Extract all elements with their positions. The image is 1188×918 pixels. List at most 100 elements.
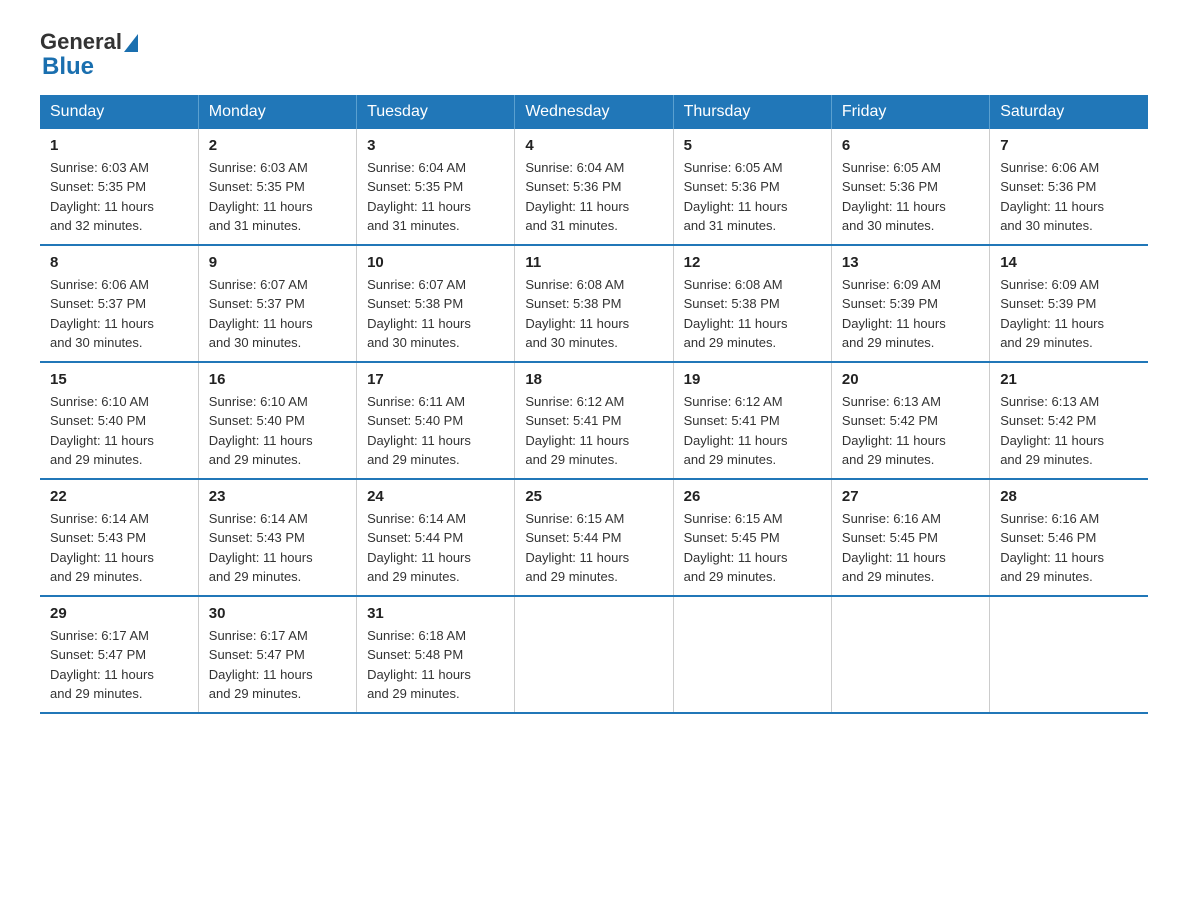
day-info: Sunrise: 6:17 AMSunset: 5:47 PMDaylight:… (50, 626, 188, 704)
calendar-cell: 25 Sunrise: 6:15 AMSunset: 5:44 PMDayligh… (515, 479, 673, 596)
day-number: 26 (684, 488, 821, 505)
day-info: Sunrise: 6:08 AMSunset: 5:38 PMDaylight:… (525, 275, 662, 353)
day-number: 27 (842, 488, 979, 505)
day-info: Sunrise: 6:13 AMSunset: 5:42 PMDaylight:… (842, 392, 979, 470)
day-number: 11 (525, 254, 662, 271)
col-saturday: Saturday (990, 95, 1148, 129)
logo-arrow-icon (124, 34, 138, 52)
calendar-row-1: 1Sunrise: 6:03 AMSunset: 5:35 PMDaylight… (40, 129, 1148, 245)
calendar-cell: 16Sunrise: 6:10 AMSunset: 5:40 PMDayligh… (198, 362, 356, 479)
calendar-cell: 10 Sunrise: 6:07 AMSunset: 5:38 PMDayligh… (357, 245, 515, 362)
day-info: Sunrise: 6:06 AMSunset: 5:36 PMDaylight:… (1000, 158, 1138, 236)
day-info: Sunrise: 6:16 AMSunset: 5:45 PMDaylight:… (842, 509, 979, 587)
calendar-cell: 15 Sunrise: 6:10 AMSunset: 5:40 PMDayligh… (40, 362, 198, 479)
calendar-header: Sunday Monday Tuesday Wednesday Thursday… (40, 95, 1148, 129)
calendar-cell: 26 Sunrise: 6:15 AMSunset: 5:45 PMDayligh… (673, 479, 831, 596)
day-info: Sunrise: 6:07 AMSunset: 5:38 PMDaylight:… (367, 275, 504, 353)
col-monday: Monday (198, 95, 356, 129)
day-number: 22 (50, 488, 188, 505)
day-number: 20 (842, 371, 979, 388)
day-number: 18 (525, 371, 662, 388)
day-number: 30 (209, 605, 346, 622)
calendar-cell: 4 Sunrise: 6:04 AMSunset: 5:36 PMDaylight… (515, 129, 673, 245)
calendar-cell: 12 Sunrise: 6:08 AMSunset: 5:38 PMDayligh… (673, 245, 831, 362)
calendar-cell: 9Sunrise: 6:07 AMSunset: 5:37 PMDaylight… (198, 245, 356, 362)
day-info: Sunrise: 6:18 AMSunset: 5:48 PMDaylight:… (367, 626, 504, 704)
calendar-cell: 5Sunrise: 6:05 AMSunset: 5:36 PMDaylight… (673, 129, 831, 245)
day-info: Sunrise: 6:15 AMSunset: 5:44 PMDaylight:… (525, 509, 662, 587)
day-info: Sunrise: 6:05 AMSunset: 5:36 PMDaylight:… (684, 158, 821, 236)
calendar-cell: 22 Sunrise: 6:14 AMSunset: 5:43 PMDayligh… (40, 479, 198, 596)
calendar-row-4: 22 Sunrise: 6:14 AMSunset: 5:43 PMDayligh… (40, 479, 1148, 596)
day-info: Sunrise: 6:14 AMSunset: 5:44 PMDaylight:… (367, 509, 504, 587)
day-number: 9 (209, 254, 346, 271)
calendar-cell: 30Sunrise: 6:17 AMSunset: 5:47 PMDayligh… (198, 596, 356, 713)
day-number: 10 (367, 254, 504, 271)
calendar-cell: 11 Sunrise: 6:08 AMSunset: 5:38 PMDayligh… (515, 245, 673, 362)
calendar-cell: 14 Sunrise: 6:09 AMSunset: 5:39 PMDayligh… (990, 245, 1148, 362)
calendar-cell: 24 Sunrise: 6:14 AMSunset: 5:44 PMDayligh… (357, 479, 515, 596)
calendar-cell: 8 Sunrise: 6:06 AMSunset: 5:37 PMDaylight… (40, 245, 198, 362)
day-number: 3 (367, 137, 504, 154)
day-info: Sunrise: 6:10 AMSunset: 5:40 PMDaylight:… (50, 392, 188, 470)
day-info: Sunrise: 6:09 AMSunset: 5:39 PMDaylight:… (1000, 275, 1138, 353)
calendar-row-3: 15 Sunrise: 6:10 AMSunset: 5:40 PMDayligh… (40, 362, 1148, 479)
day-info: Sunrise: 6:09 AMSunset: 5:39 PMDaylight:… (842, 275, 979, 353)
day-info: Sunrise: 6:06 AMSunset: 5:37 PMDaylight:… (50, 275, 188, 353)
day-number: 25 (525, 488, 662, 505)
day-number: 15 (50, 371, 188, 388)
day-number: 1 (50, 137, 188, 154)
col-tuesday: Tuesday (357, 95, 515, 129)
day-info: Sunrise: 6:14 AMSunset: 5:43 PMDaylight:… (209, 509, 346, 587)
calendar-cell: 23 Sunrise: 6:14 AMSunset: 5:43 PMDayligh… (198, 479, 356, 596)
day-number: 6 (842, 137, 979, 154)
day-info: Sunrise: 6:13 AMSunset: 5:42 PMDaylight:… (1000, 392, 1138, 470)
day-number: 8 (50, 254, 188, 271)
day-number: 21 (1000, 371, 1138, 388)
day-number: 28 (1000, 488, 1138, 505)
calendar-cell: 7 Sunrise: 6:06 AMSunset: 5:36 PMDaylight… (990, 129, 1148, 245)
calendar-cell: 21 Sunrise: 6:13 AMSunset: 5:42 PMDayligh… (990, 362, 1148, 479)
logo: General Blue (40, 30, 138, 81)
calendar-row-5: 29 Sunrise: 6:17 AMSunset: 5:47 PMDayligh… (40, 596, 1148, 713)
calendar-row-2: 8 Sunrise: 6:06 AMSunset: 5:37 PMDaylight… (40, 245, 1148, 362)
day-number: 7 (1000, 137, 1138, 154)
calendar-cell: 19Sunrise: 6:12 AMSunset: 5:41 PMDayligh… (673, 362, 831, 479)
day-number: 31 (367, 605, 504, 622)
calendar-body: 1Sunrise: 6:03 AMSunset: 5:35 PMDaylight… (40, 129, 1148, 713)
day-info: Sunrise: 6:08 AMSunset: 5:38 PMDaylight:… (684, 275, 821, 353)
calendar-cell (515, 596, 673, 713)
col-sunday: Sunday (40, 95, 198, 129)
day-number: 24 (367, 488, 504, 505)
calendar-cell: 17Sunrise: 6:11 AMSunset: 5:40 PMDayligh… (357, 362, 515, 479)
day-info: Sunrise: 6:11 AMSunset: 5:40 PMDaylight:… (367, 392, 504, 470)
day-info: Sunrise: 6:04 AMSunset: 5:35 PMDaylight:… (367, 158, 504, 236)
calendar-cell (831, 596, 989, 713)
calendar-cell: 3 Sunrise: 6:04 AMSunset: 5:35 PMDaylight… (357, 129, 515, 245)
logo-blue: Blue (42, 54, 94, 80)
day-number: 14 (1000, 254, 1138, 271)
day-info: Sunrise: 6:15 AMSunset: 5:45 PMDaylight:… (684, 509, 821, 587)
calendar-cell: 1Sunrise: 6:03 AMSunset: 5:35 PMDaylight… (40, 129, 198, 245)
col-thursday: Thursday (673, 95, 831, 129)
page-header: General Blue (40, 30, 1148, 81)
calendar-cell: 20 Sunrise: 6:13 AMSunset: 5:42 PMDayligh… (831, 362, 989, 479)
calendar-cell: 31 Sunrise: 6:18 AMSunset: 5:48 PMDayligh… (357, 596, 515, 713)
day-number: 23 (209, 488, 346, 505)
day-info: Sunrise: 6:05 AMSunset: 5:36 PMDaylight:… (842, 158, 979, 236)
col-wednesday: Wednesday (515, 95, 673, 129)
day-number: 12 (684, 254, 821, 271)
day-number: 29 (50, 605, 188, 622)
day-info: Sunrise: 6:04 AMSunset: 5:36 PMDaylight:… (525, 158, 662, 236)
day-info: Sunrise: 6:10 AMSunset: 5:40 PMDaylight:… (209, 392, 346, 470)
logo-general: General (40, 30, 122, 54)
day-info: Sunrise: 6:12 AMSunset: 5:41 PMDaylight:… (684, 392, 821, 470)
calendar-cell: 13Sunrise: 6:09 AMSunset: 5:39 PMDayligh… (831, 245, 989, 362)
calendar-cell: 27 Sunrise: 6:16 AMSunset: 5:45 PMDayligh… (831, 479, 989, 596)
calendar-table: Sunday Monday Tuesday Wednesday Thursday… (40, 95, 1148, 714)
day-info: Sunrise: 6:14 AMSunset: 5:43 PMDaylight:… (50, 509, 188, 587)
calendar-cell: 18Sunrise: 6:12 AMSunset: 5:41 PMDayligh… (515, 362, 673, 479)
day-number: 4 (525, 137, 662, 154)
calendar-cell: 2Sunrise: 6:03 AMSunset: 5:35 PMDaylight… (198, 129, 356, 245)
calendar-cell: 28Sunrise: 6:16 AMSunset: 5:46 PMDayligh… (990, 479, 1148, 596)
